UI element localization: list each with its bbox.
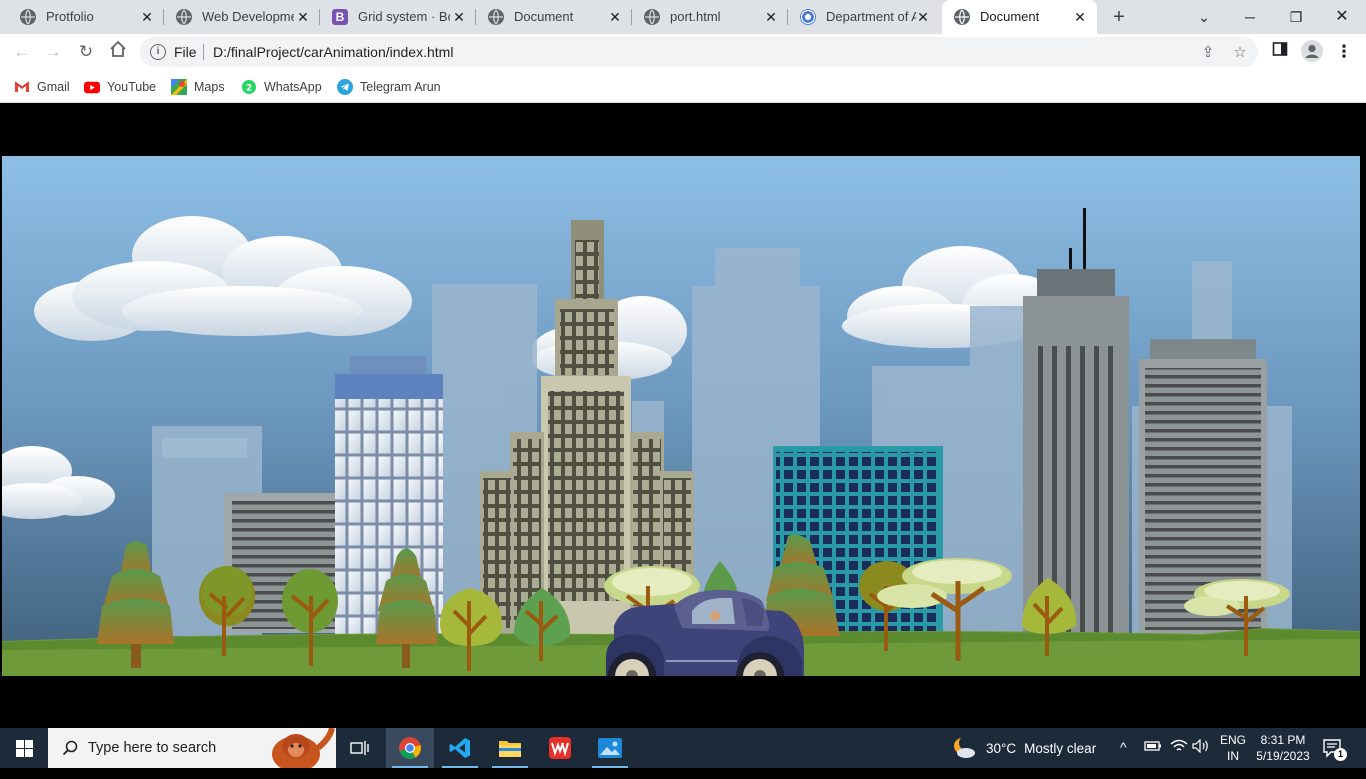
page-content: [0, 103, 1366, 728]
bookmark-label: Maps: [194, 80, 225, 94]
bookmark-youtube[interactable]: YouTube: [84, 77, 156, 97]
photos-icon[interactable]: [586, 728, 634, 768]
info-icon[interactable]: i: [150, 44, 166, 60]
globe-icon: [20, 9, 36, 25]
browser-toolbar: ← → ↻ i File D:/finalProject/carAnimatio…: [0, 34, 1366, 70]
tab-web-development[interactable]: Web Development ✕: [164, 0, 320, 34]
close-icon[interactable]: ✕: [762, 8, 780, 26]
whatsapp-icon: 2: [241, 79, 257, 95]
bookmark-label: WhatsApp: [264, 80, 322, 94]
weather-widget[interactable]: 30°C Mostly clear: [952, 728, 1096, 768]
windows-taskbar: Type here to search 30°C Mostly clear ^: [0, 728, 1366, 768]
notification-count: 1: [1334, 748, 1347, 761]
tab-title: Document: [514, 9, 574, 24]
chrome-icon[interactable]: [386, 728, 434, 768]
bookmark-label: Telegram Arun: [360, 80, 441, 94]
vscode-icon[interactable]: [436, 728, 484, 768]
svg-text:2: 2: [246, 84, 252, 94]
bookmark-telegram[interactable]: Telegram Arun: [337, 77, 441, 97]
tab-document-1[interactable]: Document ✕: [476, 0, 632, 34]
wps-icon[interactable]: [536, 728, 584, 768]
close-icon[interactable]: ✕: [606, 8, 624, 26]
tab-document-active[interactable]: Document ✕: [942, 0, 1097, 34]
menu-kebab-icon[interactable]: ⋮: [1332, 40, 1356, 64]
globe-icon: [644, 9, 660, 25]
weather-temp: 30°C: [986, 740, 1017, 756]
search-highlight-orangutan-icon: [272, 728, 335, 768]
taskbar-search[interactable]: Type here to search: [48, 728, 336, 768]
url-text[interactable]: D:/finalProject/carAnimation/index.html: [213, 44, 453, 60]
department-icon: [800, 9, 816, 25]
globe-icon: [488, 9, 504, 25]
tab-title: port.html: [670, 9, 721, 24]
weather-condition: Mostly clear: [1024, 740, 1097, 756]
close-icon[interactable]: ✕: [450, 8, 468, 26]
tab-search-chevron-icon[interactable]: ⌄: [1192, 5, 1216, 29]
tab-title: Protfolio: [46, 9, 94, 24]
address-bar[interactable]: i File D:/finalProject/carAnimation/inde…: [140, 37, 1258, 67]
clock-time: 8:31 PM: [1260, 733, 1306, 747]
tab-title: Department of Ar: [826, 9, 916, 24]
tab-department[interactable]: Department of Ar ✕: [788, 0, 940, 34]
file-explorer-icon[interactable]: [486, 728, 534, 768]
bookmark-label: YouTube: [107, 80, 157, 94]
restore-button[interactable]: ❐: [1284, 5, 1308, 29]
share-icon[interactable]: ⇪: [1198, 43, 1218, 63]
bookmark-whatsapp[interactable]: 2 WhatsApp: [241, 77, 322, 97]
start-button[interactable]: [0, 728, 48, 768]
chevron-up-icon[interactable]: ^: [1120, 739, 1127, 779]
globe-icon: [176, 9, 192, 25]
volume-icon[interactable]: [1192, 738, 1210, 779]
city-scene: [2, 156, 1360, 676]
gmail-icon: [14, 79, 30, 95]
battery-icon[interactable]: [1144, 739, 1162, 779]
clock-date: 5/19/2023: [1256, 749, 1310, 763]
language-indicator[interactable]: ENG IN: [1218, 732, 1248, 772]
close-window-button[interactable]: ✕: [1330, 5, 1354, 29]
telegram-icon: [337, 79, 353, 95]
search-placeholder: Type here to search: [88, 740, 217, 756]
wifi-icon[interactable]: [1170, 739, 1188, 779]
building-gray-tower: [1023, 208, 1129, 634]
close-icon[interactable]: ✕: [138, 8, 156, 26]
forward-button[interactable]: →: [41, 40, 65, 64]
maps-icon: [171, 79, 187, 95]
side-panel-icon[interactable]: [1268, 40, 1292, 64]
tab-protfolio[interactable]: Protfolio ✕: [8, 0, 164, 34]
url-scheme: File: [174, 44, 197, 60]
bookmarks-bar: Gmail YouTube Maps 2 WhatsApp Telegram A…: [0, 70, 1366, 103]
tab-title: Document: [980, 9, 1040, 24]
notification-center-icon[interactable]: 1: [1322, 738, 1347, 762]
close-icon[interactable]: ✕: [1071, 8, 1089, 26]
tab-title: Grid system · Bootstrap: [358, 9, 450, 24]
reload-button[interactable]: ↻: [74, 40, 98, 64]
task-view-icon[interactable]: [336, 728, 384, 768]
back-button[interactable]: ←: [10, 40, 34, 64]
home-button[interactable]: [106, 40, 130, 64]
bookmark-gmail[interactable]: Gmail: [14, 77, 70, 97]
minimize-button[interactable]: ─: [1238, 5, 1262, 29]
bookmark-label: Gmail: [37, 80, 70, 94]
moon-cloud-icon: [954, 736, 975, 758]
close-icon[interactable]: ✕: [914, 8, 932, 26]
close-icon[interactable]: ✕: [294, 8, 312, 26]
profile-avatar-icon[interactable]: [1300, 40, 1324, 64]
windows-logo-icon: [16, 740, 33, 757]
youtube-icon: [84, 79, 100, 95]
clock[interactable]: 8:31 PM 5/19/2023: [1252, 732, 1314, 772]
globe-icon: [954, 9, 970, 25]
tab-strip: Protfolio ✕ Web Development ✕ B Grid sys…: [0, 0, 1366, 34]
tab-title: Web Development: [202, 9, 294, 24]
new-tab-button[interactable]: +: [1108, 6, 1130, 28]
search-icon: [62, 740, 78, 756]
tab-grid-system[interactable]: B Grid system · Bootstrap ✕: [320, 0, 476, 34]
bookmark-star-icon[interactable]: ☆: [1230, 43, 1250, 63]
home-icon: [110, 40, 126, 57]
bookmark-maps[interactable]: Maps: [171, 77, 225, 97]
bootstrap-icon: B: [332, 9, 348, 25]
tab-port-html[interactable]: port.html ✕: [632, 0, 788, 34]
